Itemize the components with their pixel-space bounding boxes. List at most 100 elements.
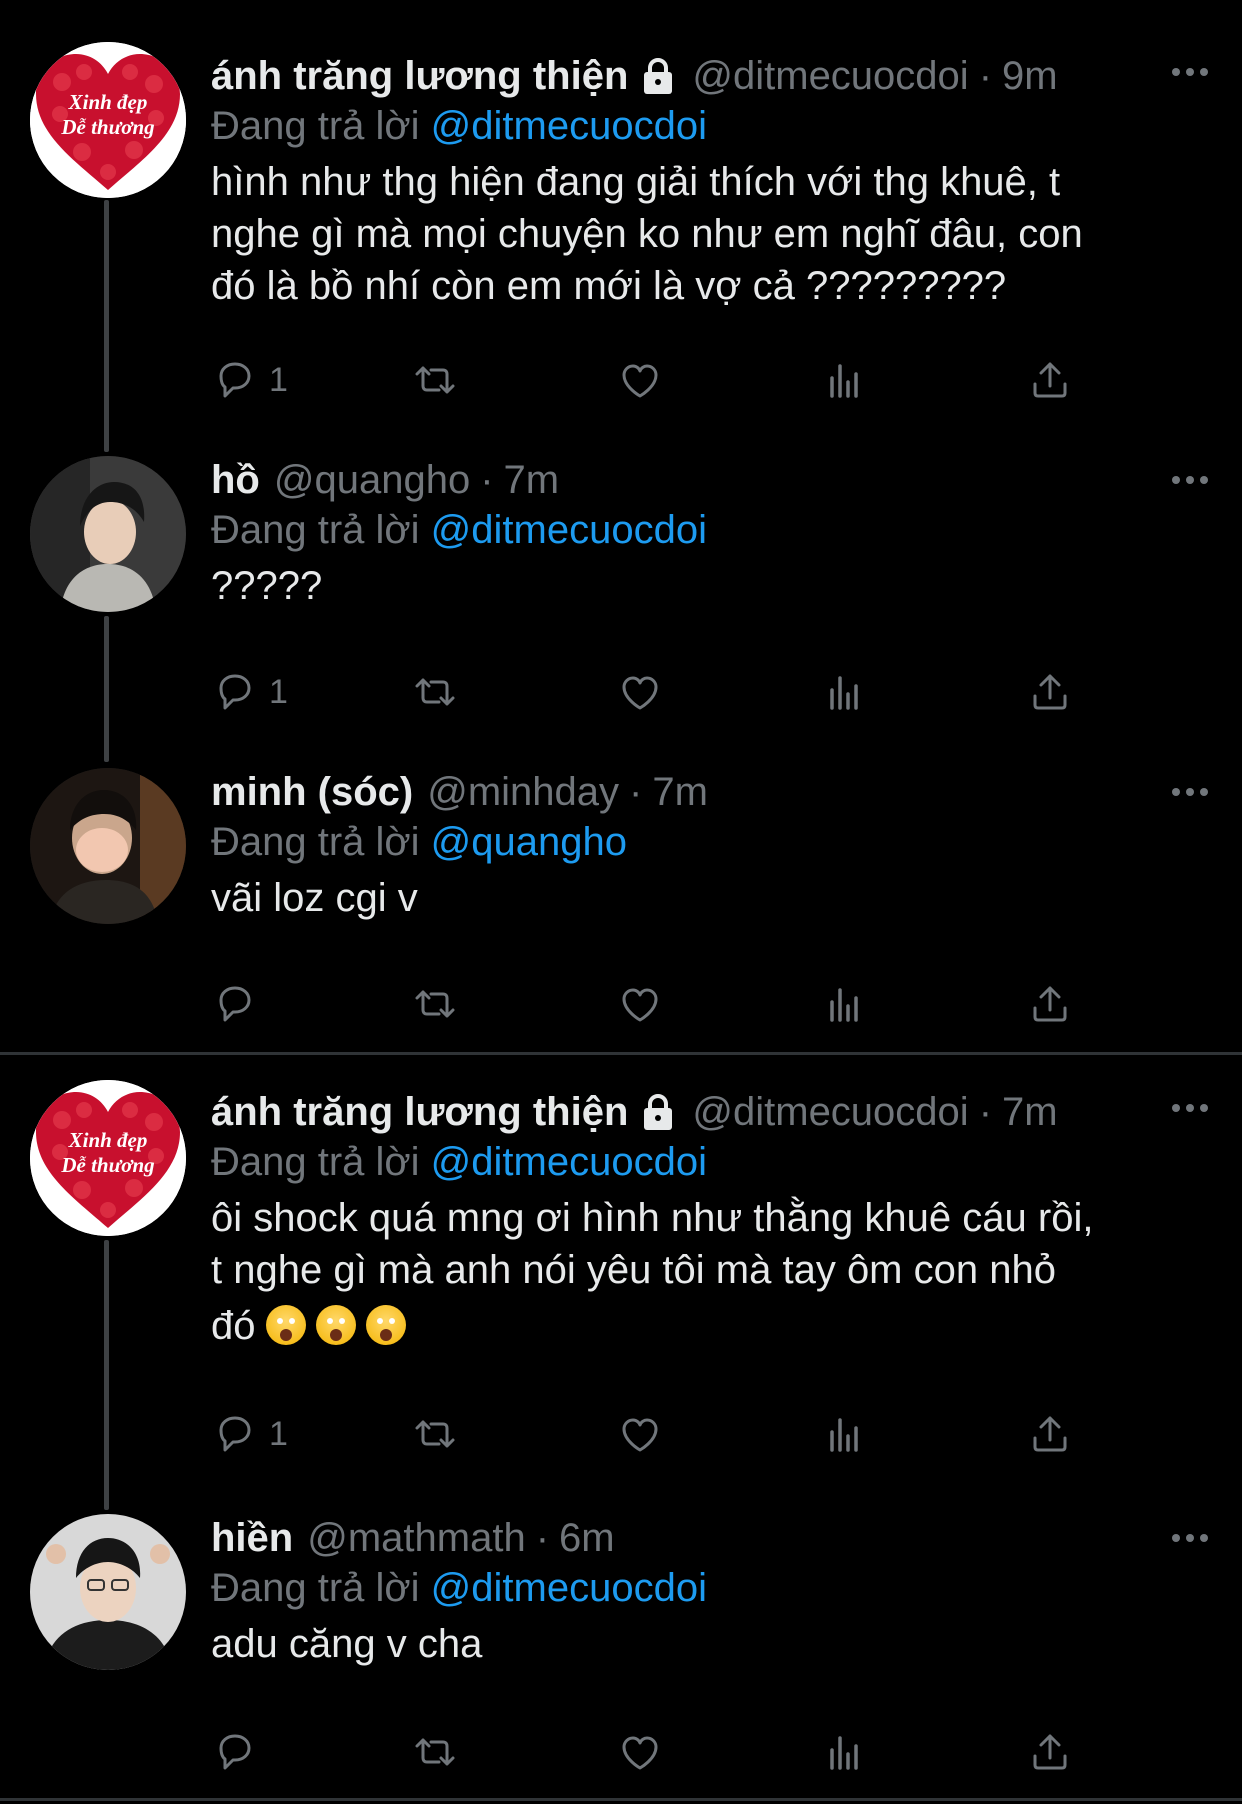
retweet-button[interactable] xyxy=(411,350,459,410)
display-name[interactable]: ánh trăng lương thiện xyxy=(211,1088,628,1136)
heart-icon xyxy=(622,1736,658,1770)
tweet-item[interactable]: minh (sóc) @minhday · 7m Đang trả lời @q… xyxy=(0,768,1242,1048)
timestamp[interactable]: 7m xyxy=(1002,1088,1058,1136)
display-name[interactable]: hiền xyxy=(211,1514,293,1562)
like-button[interactable] xyxy=(616,662,664,722)
tweet-item[interactable]: hiền @mathmath · 6m Đang trả lời @ditmec… xyxy=(0,1514,1242,1804)
tweet-actions xyxy=(211,1722,1091,1782)
like-button[interactable] xyxy=(616,974,664,1034)
reply-prefix: Đang trả lời xyxy=(211,508,420,552)
reply-button[interactable]: 1 xyxy=(211,662,288,722)
avatar[interactable] xyxy=(30,768,186,924)
reply-button[interactable] xyxy=(211,1722,259,1782)
display-name[interactable]: hồ xyxy=(211,456,260,504)
analytics-icon xyxy=(830,676,858,710)
separator-dot: · xyxy=(480,458,494,502)
username[interactable]: @minhday xyxy=(427,768,619,816)
views-button[interactable] xyxy=(821,1722,869,1782)
more-options-icon[interactable] xyxy=(1168,768,1212,816)
username[interactable]: @ditmecuocdoi xyxy=(692,52,968,100)
analytics-icon xyxy=(830,988,858,1022)
like-button[interactable] xyxy=(616,1722,664,1782)
heart-icon xyxy=(622,676,658,710)
reply-mention-link[interactable]: @ditmecuocdoi xyxy=(431,1566,707,1610)
like-button[interactable] xyxy=(616,350,664,410)
reply-mention-link[interactable]: @quangho xyxy=(431,820,627,864)
username[interactable]: @mathmath xyxy=(307,1514,525,1562)
separator-dot: · xyxy=(629,770,643,814)
tweet-text-line: t nghe gì mà anh nói yêu tôi mà tay ôm c… xyxy=(211,1248,1056,1292)
more-options-icon[interactable] xyxy=(1168,48,1212,96)
like-button[interactable] xyxy=(616,1404,664,1464)
timestamp[interactable]: 6m xyxy=(559,1514,615,1562)
username[interactable]: @quangho xyxy=(274,456,470,504)
share-button[interactable] xyxy=(1026,350,1074,410)
heart-icon xyxy=(622,1418,658,1452)
heart-icon xyxy=(622,364,658,398)
share-icon xyxy=(1033,986,1067,1022)
thread-divider xyxy=(0,1052,1242,1055)
tweet-header: minh (sóc) @minhday · 7m xyxy=(211,768,1212,816)
avatar[interactable]: Xinh đẹp Dễ thương xyxy=(30,1080,186,1236)
share-button[interactable] xyxy=(1026,974,1074,1034)
tweet-text-line: vãi loz cgi v xyxy=(211,876,418,920)
tweet-text: ????? xyxy=(211,560,1212,612)
tweet-text: vãi loz cgi v xyxy=(211,872,1212,924)
tweet-item[interactable]: hồ @quangho · 7m Đang trả lời @ditmecuoc… xyxy=(0,456,1242,746)
reply-context: Đang trả lời @ditmecuocdoi xyxy=(211,1136,1212,1188)
tweet-actions xyxy=(211,974,1091,1034)
reply-context: Đang trả lời @ditmecuocdoi xyxy=(211,1562,1212,1614)
analytics-icon xyxy=(830,1736,858,1770)
tweet-text: hình như thg hiện đang giải thích với th… xyxy=(211,156,1212,312)
reply-mention-link[interactable]: @ditmecuocdoi xyxy=(431,104,707,148)
retweet-icon xyxy=(415,990,455,1018)
retweet-button[interactable] xyxy=(411,974,459,1034)
share-button[interactable] xyxy=(1026,662,1074,722)
reply-mention-link[interactable]: @ditmecuocdoi xyxy=(431,1140,707,1184)
display-name[interactable]: minh (sóc) xyxy=(211,768,413,816)
share-button[interactable] xyxy=(1026,1404,1074,1464)
timestamp[interactable]: 7m xyxy=(504,456,560,504)
tweet-item[interactable]: Xinh đẹp Dễ thương ánh trăng lương thiện… xyxy=(0,42,1242,442)
views-button[interactable] xyxy=(821,350,869,410)
share-icon xyxy=(1033,1734,1067,1770)
reply-mention-link[interactable]: @ditmecuocdoi xyxy=(431,508,707,552)
share-button[interactable] xyxy=(1026,1722,1074,1782)
retweet-button[interactable] xyxy=(411,1722,459,1782)
tweet-header: ánh trăng lương thiện @ditmecuocdoi · 9m xyxy=(211,52,1212,100)
avatar[interactable] xyxy=(30,456,186,612)
tweet-actions: 1 xyxy=(211,350,1091,410)
profile-photo xyxy=(30,1514,186,1670)
timestamp[interactable]: 9m xyxy=(1002,52,1058,100)
tweet-text-line: adu căng v cha xyxy=(211,1622,483,1666)
timestamp[interactable]: 7m xyxy=(652,768,708,816)
more-options-icon[interactable] xyxy=(1168,1084,1212,1132)
display-name[interactable]: ánh trăng lương thiện xyxy=(211,52,628,100)
tweet-item[interactable]: Xinh đẹp Dễ thương ánh trăng lương thiện… xyxy=(0,1080,1242,1480)
views-button[interactable] xyxy=(821,974,869,1034)
reply-count: 1 xyxy=(269,360,288,399)
reply-button[interactable] xyxy=(211,974,259,1034)
avatar[interactable]: Xinh đẹp Dễ thương xyxy=(30,42,186,198)
reply-prefix: Đang trả lời xyxy=(211,1566,420,1610)
reply-button[interactable]: 1 xyxy=(211,350,288,410)
more-options-icon[interactable] xyxy=(1168,1514,1212,1562)
tweet-text: adu căng v cha xyxy=(211,1618,1212,1670)
share-icon xyxy=(1033,674,1067,710)
views-button[interactable] xyxy=(821,1404,869,1464)
views-button[interactable] xyxy=(821,662,869,722)
reply-icon xyxy=(219,986,251,1022)
username[interactable]: @ditmecuocdoi xyxy=(692,1088,968,1136)
reply-context: Đang trả lời @quangho xyxy=(211,816,1212,868)
avatar-caption: Xinh đẹp Dễ thương xyxy=(61,90,155,139)
tweet-text-line: ôi shock quá mng ơi hình như thằng khuê … xyxy=(211,1196,1094,1240)
reply-button[interactable]: 1 xyxy=(211,1404,288,1464)
more-options-icon[interactable] xyxy=(1168,456,1212,504)
tweet-text-line: đó là bồ nhí còn em mới là vợ cả ???????… xyxy=(211,264,1007,308)
retweet-button[interactable] xyxy=(411,1404,459,1464)
retweet-button[interactable] xyxy=(411,662,459,722)
avatar[interactable] xyxy=(30,1514,186,1670)
avatar-caption: Xinh đẹp Dễ thương xyxy=(61,1128,155,1177)
heart-icon xyxy=(622,988,658,1022)
tweet-actions: 1 xyxy=(211,662,1091,722)
